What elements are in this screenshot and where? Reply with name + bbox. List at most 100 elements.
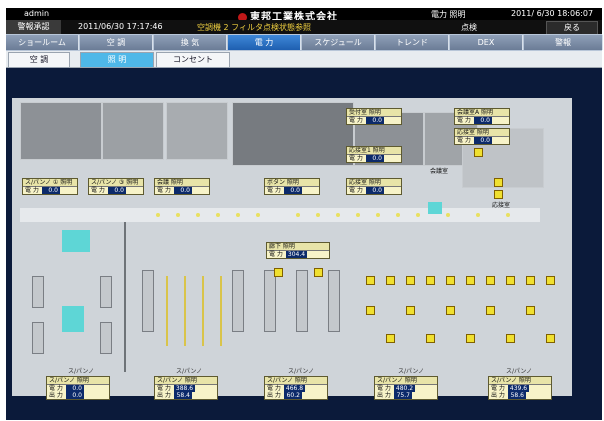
light-fixture [466, 276, 475, 285]
alarm-bar: 警報承認 2011/06/30 17:17:46 空調機 2 フィルタ点検状態参… [6, 20, 602, 35]
power-panel-zone[interactable]: ス/パンノ 照明 電 力 388.6 出 力 58.4 [154, 376, 218, 400]
tab-ventilation[interactable]: 換 気 [154, 35, 227, 50]
light-fixture [446, 276, 455, 285]
light-fixture [386, 276, 395, 285]
power-panel[interactable]: 応接室1 照明 電 力 0.0 [346, 146, 402, 163]
alarm-timestamp: 2011/06/30 17:17:46 [78, 22, 163, 31]
panel-value: 388.6 [173, 385, 196, 392]
panel-label: 電 力 [349, 187, 363, 194]
floor-plan: 会議室 応接室 ス/パンノ ス/パンノ ス/パンノ ス/パンノ ス/パンノ ス/… [6, 72, 578, 420]
user-name: admin [24, 9, 50, 18]
light-fixture [406, 276, 415, 285]
panel-title: ス/パンノ 照明 [265, 377, 327, 385]
panel-title: 廊下 照明 [267, 243, 329, 251]
panel-value: 0.0 [173, 187, 192, 194]
panel-value: 0.0 [41, 187, 60, 194]
desk [32, 322, 44, 354]
panel-label: 出 力 [377, 392, 391, 399]
subtab-hvac[interactable]: 空 調 [8, 52, 70, 68]
power-panel[interactable]: ス/パンノ ③ 照明 電 力 0.0 [88, 178, 144, 195]
panel-label: 電 力 [267, 385, 281, 392]
panel-title: 受付室 照明 [347, 109, 401, 117]
main-nav: ショールーム 空 調 換 気 電 力 スケジュール トレンド DEX 警報 [6, 34, 603, 51]
subtab-lighting[interactable]: 照 明 [80, 52, 154, 68]
panel-label: 電 力 [349, 155, 363, 162]
power-panel[interactable]: 会議 照明 電 力 0.0 [154, 178, 210, 195]
panel-value: 0.0 [473, 117, 492, 124]
panel-value: 0.0 [107, 187, 126, 194]
subtab-outlet[interactable]: コンセント [156, 52, 230, 68]
light-fixture [406, 306, 415, 315]
panel-title: ス/パンノ 照明 [155, 377, 217, 385]
tab-dex[interactable]: DEX [450, 35, 523, 50]
light-fixture [366, 306, 375, 315]
alarm-check-label: 点検 [461, 23, 477, 32]
light-fixture [506, 334, 515, 343]
power-panel-zone[interactable]: ス/パンノ 照明 電 力 466.8 出 力 60.2 [264, 376, 328, 400]
title-bar: admin 東邦工業株式会社 電力 照明 2011/ 6/30 18:06:07 [6, 8, 602, 23]
power-panel[interactable]: 会議室A 照明 電 力 0.0 [454, 108, 510, 125]
room-label-conf: 会議室 [430, 168, 449, 175]
panel-label: 電 力 [25, 187, 39, 194]
light-bar [166, 276, 168, 346]
tab-power[interactable]: 電 力 [228, 35, 301, 50]
panel-label: 電 力 [157, 187, 171, 194]
power-panel-corridor[interactable]: 廊下 照明 電 力 304.4 [266, 242, 330, 259]
room-upper-4 [232, 102, 354, 166]
panel-value: 0.0 [365, 117, 384, 124]
panel-label: 電 力 [457, 117, 471, 124]
downlight [416, 213, 420, 217]
panel-label: 電 力 [457, 137, 471, 144]
power-panel[interactable]: 応接室 照明 電 力 0.0 [454, 128, 510, 145]
panel-label: 電 力 [267, 187, 281, 194]
power-panel-zone[interactable]: ス/パンノ 照明 電 力 439.6 出 力 58.6 [488, 376, 552, 400]
tab-hvac[interactable]: 空 調 [80, 35, 153, 50]
panel-title: ス/パンノ 照明 [47, 377, 109, 385]
zone-label: ス/パンノ [176, 368, 203, 375]
alarm-ack-button[interactable]: 警報承認 [6, 20, 61, 34]
tab-showroom[interactable]: ショールーム [6, 35, 79, 50]
room-upper-left [20, 102, 102, 160]
downlight [336, 213, 340, 217]
light-fixture [486, 276, 495, 285]
panel-value: 0.0 [65, 392, 84, 399]
light-fixture [446, 306, 455, 315]
panel-title: ス/パンノ ③ 照明 [89, 179, 143, 187]
zone-label: ス/パンノ [288, 368, 315, 375]
power-panel-zone[interactable]: ス/パンノ 照明 電 力 480.2 出 力 75.7 [374, 376, 438, 400]
panel-label: 電 力 [491, 385, 505, 392]
desk [32, 276, 44, 308]
tab-schedule[interactable]: スケジュール [302, 35, 375, 50]
light-fixture [274, 268, 283, 277]
desk [264, 270, 276, 332]
panel-title: ス/パンノ ① 照明 [23, 179, 77, 187]
panel-title: 応接室 照明 [455, 129, 509, 137]
back-button[interactable]: 戻る [546, 21, 598, 35]
panel-value: 304.4 [285, 251, 308, 258]
downlight [396, 213, 400, 217]
power-panel[interactable]: ス/パンノ ① 照明 電 力 0.0 [22, 178, 78, 195]
power-panel[interactable]: 受付室 照明 電 力 0.0 [346, 108, 402, 125]
alarm-message: 空調機 2 フィルタ点検状態参照 [197, 23, 312, 32]
panel-label: 出 力 [157, 392, 171, 399]
power-panel-zone[interactable]: ス/パンノ 照明 電 力 0.0 出 力 0.0 [46, 376, 110, 400]
panel-label: 電 力 [377, 385, 391, 392]
downlight [236, 213, 240, 217]
desk [100, 276, 112, 308]
tab-alarm[interactable]: 警報 [524, 35, 603, 50]
panel-label: 電 力 [49, 385, 63, 392]
power-panel[interactable]: ボタン 照明 電 力 0.0 [264, 178, 320, 195]
light-fixture [314, 268, 323, 277]
light-fixture [546, 276, 555, 285]
panel-label: 出 力 [491, 392, 505, 399]
power-panel[interactable]: 応接室 照明 電 力 0.0 [346, 178, 402, 195]
panel-label: 電 力 [91, 187, 105, 194]
light-bar [202, 276, 204, 346]
panel-value: 480.2 [393, 385, 416, 392]
panel-label: 出 力 [267, 392, 281, 399]
downlight [506, 213, 510, 217]
tab-trend[interactable]: トレンド [376, 35, 449, 50]
desk [328, 270, 340, 332]
panel-value: 0.0 [473, 137, 492, 144]
corridor [20, 208, 540, 222]
